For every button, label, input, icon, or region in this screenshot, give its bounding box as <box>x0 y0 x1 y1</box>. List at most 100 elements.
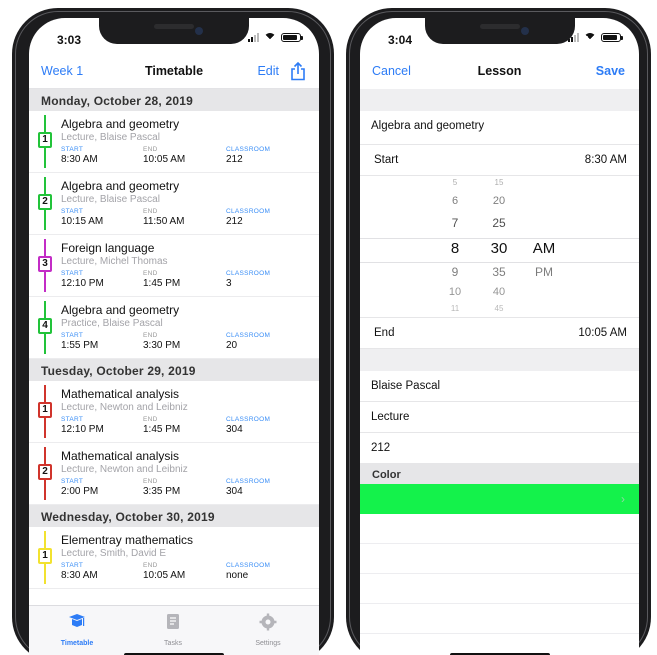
empty-row <box>360 544 639 574</box>
section-gap <box>360 89 639 111</box>
lesson-row[interactable]: 1 Elementray mathematics Lecture, Smith, D… <box>29 527 319 589</box>
lesson-row[interactable]: 3 Foreign language Lecture, Michel Thomas S… <box>29 235 319 297</box>
lesson-start-time: 8:30 AM <box>61 570 98 581</box>
picker-option[interactable]: 6 <box>435 195 475 207</box>
lesson-classroom: 20 <box>226 340 238 351</box>
lesson-row[interactable]: 1 Mathematical analysis Lecture, Newton an… <box>29 381 319 443</box>
battery-icon <box>601 33 623 42</box>
lesson-end-time: 3:30 PM <box>143 340 181 351</box>
picker-option[interactable]: 9 <box>435 265 475 279</box>
lesson-number-badge: 1 <box>38 548 52 564</box>
lesson-start-time: 12:10 PM <box>61 278 104 289</box>
end-label: End <box>374 327 395 339</box>
timetable-list: Monday, October 28, 2019 1 Algebra and geo… <box>29 89 319 589</box>
picker-option[interactable]: 10 <box>435 286 475 298</box>
lesson-kind: Lecture, Blaise Pascal <box>61 132 160 143</box>
empty-row <box>360 574 639 604</box>
classroom-label: CLASSROOM <box>226 146 271 153</box>
classroom-value: 212 <box>371 442 391 454</box>
lesson-number-badge: 2 <box>38 194 52 210</box>
picker-option[interactable]: PM <box>524 265 564 279</box>
lesson-classroom: 304 <box>226 486 243 497</box>
lesson-number-badge: 4 <box>38 318 52 334</box>
picker-option[interactable]: AM <box>524 240 564 257</box>
edit-button[interactable]: Edit <box>257 64 279 78</box>
lesson-kind: Lecture, Newton and Leibniz <box>61 402 188 413</box>
lesson-subject: Foreign language <box>61 241 155 255</box>
type-value: Lecture <box>371 411 410 423</box>
picker-option[interactable]: 25 <box>479 216 519 230</box>
stage: 3:03 Week 1 Timetable Edit Monday, Octob… <box>0 0 657 655</box>
left-phone-frame: 3:03 Week 1 Timetable Edit Monday, Octob… <box>12 8 334 655</box>
classroom-label: CLASSROOM <box>226 332 271 339</box>
tab-settings[interactable]: Settings <box>228 612 308 647</box>
lesson-end-time: 11:50 AM <box>143 216 185 227</box>
settings-icon <box>259 613 277 631</box>
lesson-number-badge: 1 <box>38 402 52 418</box>
end-label: END <box>143 478 158 485</box>
lesson-classroom: 304 <box>226 424 243 435</box>
lesson-end-time: 10:05 AM <box>143 154 186 165</box>
lesson-subject: Algebra and geometry <box>61 117 180 131</box>
classroom-label: CLASSROOM <box>226 562 271 569</box>
picker-option[interactable]: 11 <box>435 304 475 313</box>
picker-option[interactable]: 30 <box>479 240 519 257</box>
lesson-subject: Elementray mathematics <box>61 533 194 547</box>
navigation-bar: Week 1 Timetable Edit <box>29 56 319 89</box>
day-header: Tuesday, October 29, 2019 <box>29 359 319 381</box>
tab-label-timetable: Timetable <box>60 640 94 647</box>
lesson-number-badge: 1 <box>38 132 52 148</box>
start-time-row[interactable]: Start 8:30 AM <box>360 145 639 176</box>
lesson-kind: Lecture, Michel Thomas <box>61 256 168 267</box>
lesson-number-badge: 3 <box>38 256 52 272</box>
chevron-right-icon: › <box>621 492 625 506</box>
notch <box>424 18 575 44</box>
lesson-classroom: 212 <box>226 154 243 165</box>
classroom-label: CLASSROOM <box>226 208 271 215</box>
picker-option[interactable]: 8 <box>435 240 475 257</box>
lesson-subject: Algebra and geometry <box>61 303 180 317</box>
right-phone-frame: 3:04 Cancel Lesson Save Algebra and geom… <box>346 8 651 655</box>
share-icon[interactable] <box>289 61 307 81</box>
classroom-label: CLASSROOM <box>226 416 271 423</box>
lesson-kind: Practice, Blaise Pascal <box>61 318 163 329</box>
end-value: 10:05 AM <box>578 327 627 339</box>
picker-option[interactable]: 20 <box>479 195 519 207</box>
picker-option[interactable]: 35 <box>479 265 519 279</box>
start-value: 8:30 AM <box>584 154 627 166</box>
lesson-row[interactable]: 2 Mathematical analysis Lecture, Newton an… <box>29 443 319 505</box>
end-label: END <box>143 146 158 153</box>
picker-option[interactable]: 7 <box>435 216 475 230</box>
teacher-field[interactable]: Blaise Pascal <box>360 371 639 402</box>
color-picker-row[interactable]: › <box>360 484 639 514</box>
signal-icon <box>248 33 259 42</box>
start-label: START <box>61 478 84 485</box>
lesson-row[interactable]: 1 Algebra and geometry Lecture, Blaise Pas… <box>29 111 319 173</box>
save-button[interactable]: Save <box>596 64 625 78</box>
tab-label-tasks: Tasks <box>164 640 182 647</box>
lesson-kind: Lecture, Smith, David E <box>61 548 167 559</box>
picker-option[interactable]: 5 <box>435 178 475 187</box>
lesson-number-badge: 2 <box>38 464 52 480</box>
lesson-classroom: none <box>226 570 249 581</box>
lesson-start-time: 12:10 PM <box>61 424 104 435</box>
type-field[interactable]: Lecture <box>360 402 639 433</box>
lesson-end-time: 1:45 PM <box>143 424 181 435</box>
tab-timetable[interactable]: Timetable <box>37 612 117 647</box>
time-picker[interactable]: 5 6 7 8 9 10 11 15 20 25 30 35 40 45 AM PM <box>360 176 639 318</box>
lesson-row[interactable]: 2 Algebra and geometry Lecture, Blaise Pas… <box>29 173 319 235</box>
end-time-row[interactable]: End 10:05 AM <box>360 318 639 349</box>
status-time: 3:04 <box>388 33 413 47</box>
lesson-end-time: 1:45 PM <box>143 278 181 289</box>
lesson-kind: Lecture, Blaise Pascal <box>61 194 160 205</box>
classroom-field[interactable]: 212 <box>360 433 639 464</box>
picker-option[interactable]: 40 <box>479 286 519 298</box>
teacher-value: Blaise Pascal <box>371 380 441 392</box>
lesson-row[interactable]: 4 Algebra and geometry Practice, Blaise Pa… <box>29 297 319 359</box>
tab-tasks[interactable]: Tasks <box>133 612 213 647</box>
picker-option[interactable]: 45 <box>479 304 519 313</box>
empty-row <box>360 604 639 634</box>
color-section-header: Color <box>360 464 639 484</box>
picker-option[interactable]: 15 <box>479 178 519 187</box>
subject-field[interactable]: Algebra and geometry <box>360 111 639 145</box>
